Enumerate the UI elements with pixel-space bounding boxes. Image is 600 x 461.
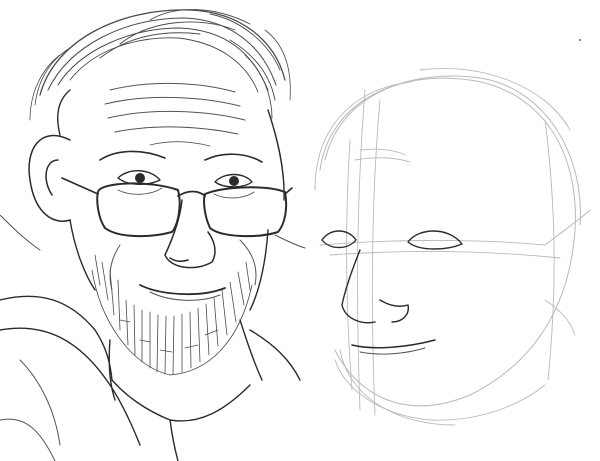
paper-background: [0, 0, 600, 461]
stray-mark: [579, 39, 581, 41]
sketch-canvas: [0, 0, 600, 461]
